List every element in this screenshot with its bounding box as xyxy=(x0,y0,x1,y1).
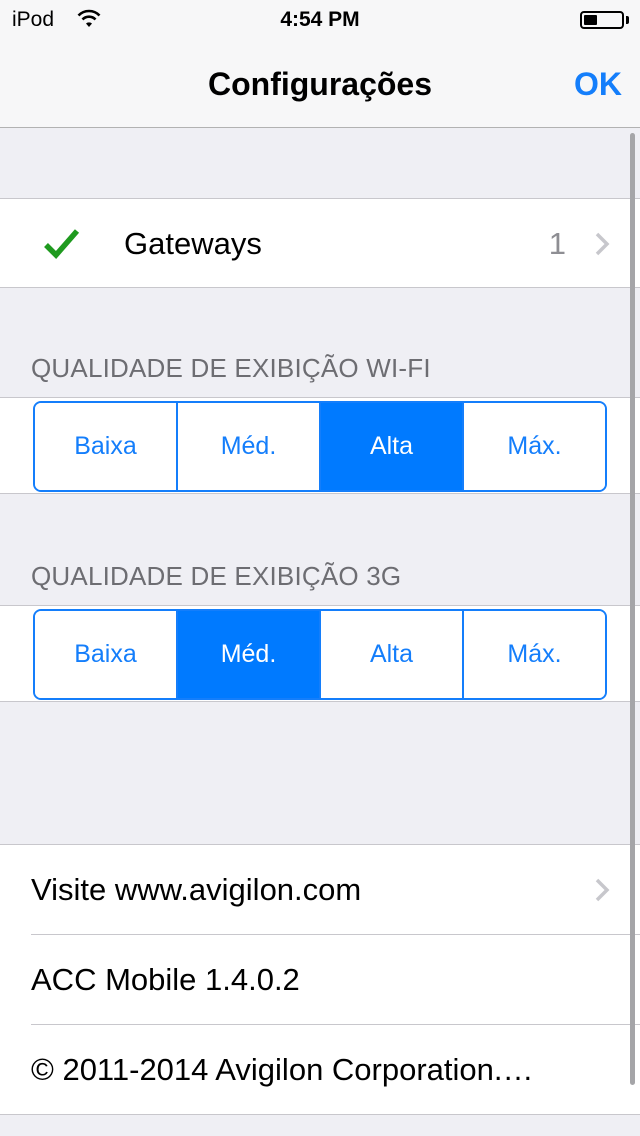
version-row: ACC Mobile 1.4.0.2 xyxy=(0,935,640,1025)
gateways-row[interactable]: Gateways 1 xyxy=(0,198,640,288)
3g-quality-header: QUALIDADE DE EXIBIÇÃO 3G xyxy=(31,561,402,591)
copyright-label: © 2011-2014 Avigilon Corporation.… xyxy=(31,1052,534,1087)
wifi-quality-segmented-control: Baixa Méd. Alta Máx. xyxy=(33,401,607,492)
battery-level xyxy=(584,15,597,25)
wifi-quality-segment-baixa[interactable]: Baixa xyxy=(35,403,178,490)
ok-button[interactable]: OK xyxy=(574,66,622,103)
status-bar: iPod 4:54 PM xyxy=(0,0,640,40)
gateways-label: Gateways xyxy=(124,226,262,261)
wifi-quality-header: QUALIDADE DE EXIBIÇÃO WI-FI xyxy=(31,353,431,383)
wifi-quality-cell: Baixa Méd. Alta Máx. xyxy=(0,397,640,494)
checkmark-icon xyxy=(44,229,80,260)
3g-quality-segment-med[interactable]: Méd. xyxy=(178,611,321,698)
chevron-right-icon xyxy=(595,232,610,256)
navigation-bar: Configurações OK xyxy=(0,40,640,128)
page-title: Configurações xyxy=(207,66,433,102)
3g-quality-segment-alta[interactable]: Alta xyxy=(321,611,464,698)
visit-website-row[interactable]: Visite www.avigilon.com xyxy=(0,845,640,935)
gateways-count: 1 xyxy=(548,226,566,261)
info-group: Visite www.avigilon.com ACC Mobile 1.4.0… xyxy=(0,844,640,1115)
wifi-quality-segment-alta[interactable]: Alta xyxy=(321,403,464,490)
3g-quality-segment-baixa[interactable]: Baixa xyxy=(35,611,178,698)
clock: 4:54 PM xyxy=(280,8,360,31)
3g-quality-segment-max[interactable]: Máx. xyxy=(464,611,605,698)
3g-quality-cell: Baixa Méd. Alta Máx. xyxy=(0,605,640,702)
wifi-quality-segment-max[interactable]: Máx. xyxy=(464,403,605,490)
wifi-quality-segment-med[interactable]: Méd. xyxy=(178,403,321,490)
battery-tip xyxy=(626,16,629,24)
vertical-scrollbar[interactable] xyxy=(630,133,635,1085)
battery-icon xyxy=(580,11,624,29)
visit-website-label: Visite www.avigilon.com xyxy=(31,872,362,907)
3g-quality-segmented-control: Baixa Méd. Alta Máx. xyxy=(33,609,607,700)
chevron-right-icon xyxy=(595,878,610,902)
version-label: ACC Mobile 1.4.0.2 xyxy=(31,962,300,997)
copyright-row: © 2011-2014 Avigilon Corporation.… xyxy=(0,1025,640,1115)
